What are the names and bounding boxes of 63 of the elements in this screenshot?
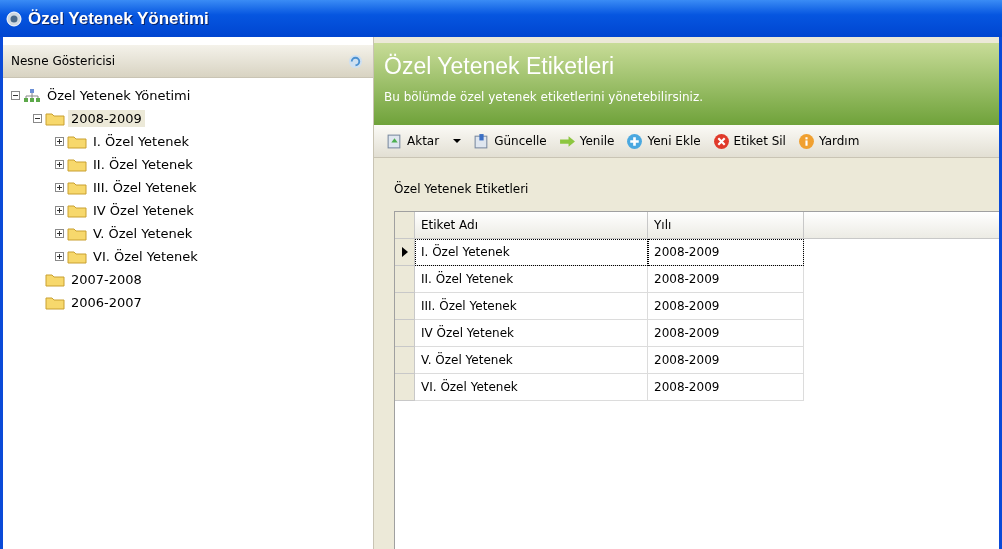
toolbar-button[interactable]: Etiket Sil	[710, 130, 788, 152]
tree-item[interactable]: III. Özel Yetenek	[90, 179, 200, 196]
document-icon	[386, 132, 403, 150]
folder-icon	[45, 111, 65, 126]
toolbar-button[interactable]: Aktar	[384, 130, 464, 152]
collapse-toggle[interactable]	[33, 114, 42, 123]
page-title: Özel Yetenek Etiketleri	[384, 53, 616, 80]
toolbar-button[interactable]: Yeni Ekle	[624, 130, 703, 152]
row-indicator[interactable]	[395, 239, 415, 266]
toolbar-button[interactable]: Güncelle	[471, 130, 549, 152]
hierarchy-icon	[23, 88, 41, 103]
folder-icon	[67, 249, 87, 264]
expand-toggle[interactable]	[55, 206, 64, 215]
tree-item[interactable]: VI. Özel Yetenek	[90, 248, 201, 265]
table-cell: V. Özel Yetenek	[415, 347, 648, 374]
table-cell: III. Özel Yetenek	[415, 293, 648, 320]
tree-item[interactable]: Özel Yetenek Yönetimi	[44, 87, 194, 104]
table-cell: 2008-2009	[648, 239, 804, 266]
tree-item[interactable]: IV Özel Yetenek	[90, 202, 197, 219]
expand-toggle[interactable]	[55, 229, 64, 238]
expand-toggle[interactable]	[55, 183, 64, 192]
window-title: Özel Yetenek Yönetimi	[28, 8, 209, 29]
group-title: Özel Yetenek Etiketleri	[394, 182, 530, 196]
page-subtitle: Bu bölümde özel yetenek etiketlerini yönetebilirsiniz.	[384, 90, 705, 104]
table-cell: 2008-2009	[648, 266, 804, 293]
folder-icon	[67, 203, 87, 218]
folder-icon	[45, 295, 65, 310]
folder-icon	[67, 180, 87, 195]
add-icon	[626, 132, 644, 150]
collapse-toggle[interactable]	[11, 91, 20, 100]
tree-item[interactable]: 2008-2009	[68, 110, 145, 127]
expand-toggle[interactable]	[55, 252, 64, 261]
table-cell: I. Özel Yetenek	[415, 239, 648, 266]
delete-icon	[712, 132, 730, 150]
column-header[interactable]: Etiket Adı	[415, 212, 648, 239]
table-cell: II. Özel Yetenek	[415, 266, 648, 293]
panel-title: Nesne Göstericisi	[11, 54, 116, 68]
toolbar-button[interactable]: Yenile	[556, 130, 617, 152]
table-cell: 2008-2009	[648, 374, 804, 401]
expand-toggle[interactable]	[55, 160, 64, 169]
refresh-icon[interactable]	[348, 53, 363, 69]
tree-item[interactable]: I. Özel Yetenek	[90, 133, 192, 150]
info-icon	[797, 132, 815, 150]
app-icon	[6, 10, 22, 27]
column-header[interactable]: Yılı	[648, 212, 804, 239]
current-row-icon	[401, 247, 408, 257]
folder-icon	[67, 157, 87, 172]
tree-item[interactable]: II. Özel Yetenek	[90, 156, 196, 173]
toolbar-button[interactable]: Yardım	[795, 130, 862, 152]
folder-icon	[67, 226, 87, 241]
caret-icon	[453, 138, 462, 144]
table-cell: 2008-2009	[648, 347, 804, 374]
folder-icon	[45, 272, 65, 287]
expand-toggle[interactable]	[55, 137, 64, 146]
tree-item[interactable]: 2007-2008	[68, 271, 145, 288]
tree-item[interactable]: V. Özel Yetenek	[90, 225, 196, 242]
header-corner	[395, 212, 415, 239]
tree-item[interactable]: 2006-2007	[68, 294, 145, 311]
folder-icon	[67, 134, 87, 149]
table-cell: 2008-2009	[648, 320, 804, 347]
table-cell: 2008-2009	[648, 293, 804, 320]
table-cell: VI. Özel Yetenek	[415, 374, 648, 401]
table-cell: IV Özel Yetenek	[415, 320, 648, 347]
